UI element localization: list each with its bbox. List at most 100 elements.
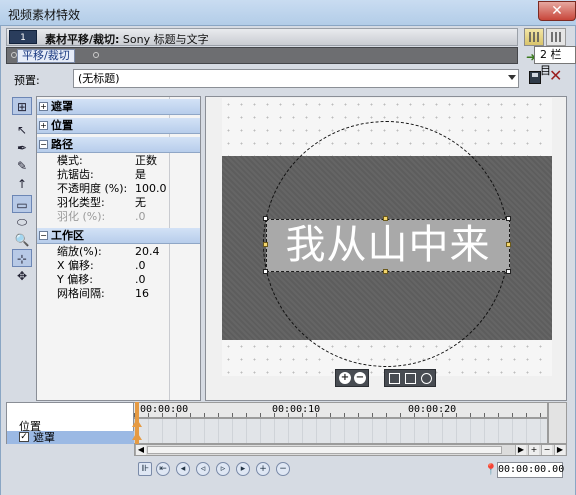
prop-name: 网格间隔:	[57, 287, 105, 300]
prop-value[interactable]: 16	[135, 287, 149, 301]
move-tool-icon[interactable]: ✥	[12, 267, 32, 285]
next-step-icon[interactable]: ▹	[216, 462, 230, 476]
pin-icon[interactable]: 📍	[484, 463, 498, 476]
sync-cursor-icon[interactable]: ⊪	[138, 462, 152, 476]
prop-value[interactable]: 100.0	[135, 182, 167, 196]
fit-frame-icon[interactable]	[389, 373, 400, 384]
pen-tool-icon[interactable]: ✒	[12, 139, 32, 157]
section-mask[interactable]: + 遮罩	[37, 99, 200, 115]
zoom-in-timeline-icon[interactable]: +	[528, 445, 539, 455]
chain-fx-target: Sony 标题与文字	[122, 33, 209, 46]
track-list: 位置 ✓ 遮罩	[6, 402, 135, 444]
scroll-right-icon[interactable]: ▶	[515, 445, 526, 455]
collapse-icon[interactable]: −	[39, 140, 48, 149]
corner-handle[interactable]	[263, 216, 268, 221]
section-label: 位置	[51, 119, 73, 132]
prop-row-y-offset[interactable]: Y 偏移: .0	[37, 273, 200, 287]
prop-value[interactable]: 正数	[135, 154, 157, 168]
edge-handle[interactable]	[383, 216, 388, 221]
window-close-button[interactable]: ✕	[538, 1, 576, 21]
chain-index-badge: 1	[9, 30, 37, 44]
list-view-button[interactable]	[524, 28, 544, 46]
keyframe-track[interactable]	[134, 418, 548, 444]
corner-handle[interactable]	[263, 269, 268, 274]
prop-value[interactable]: 是	[135, 168, 146, 182]
pen-minus-tool-icon[interactable]: ↑	[12, 175, 32, 193]
prop-value[interactable]: .0	[135, 259, 146, 273]
zoom-out-icon[interactable]: −	[354, 372, 366, 384]
prop-row-mode[interactable]: 模式: 正数	[37, 154, 200, 168]
expand-icon[interactable]: +	[39, 102, 48, 111]
chevron-down-icon[interactable]	[508, 75, 516, 80]
keyframe-marker[interactable]	[132, 419, 142, 427]
prev-keyframe-icon[interactable]: ◂	[176, 462, 190, 476]
time-ruler[interactable]: 00:00:00 00:00:10 00:00:20	[134, 402, 548, 418]
edge-handle[interactable]	[383, 269, 388, 274]
zoom-out-timeline-icon[interactable]: −	[541, 445, 552, 455]
prop-row-x-offset[interactable]: X 偏移: .0	[37, 259, 200, 273]
frame-controls	[384, 369, 436, 387]
frame-circle-icon[interactable]	[421, 373, 432, 384]
chain-fx-name: 素材平移/裁切:	[45, 33, 120, 46]
grid-view-button[interactable]	[546, 28, 566, 46]
prop-value[interactable]: .0	[135, 273, 146, 287]
pointer-tool-icon[interactable]: ↖	[12, 121, 32, 139]
prop-name: Y 偏移:	[57, 273, 93, 286]
snap-grid-tool-icon[interactable]: ⊹	[12, 249, 32, 267]
tool-palette: ⊞ ↖ ✒ ✎ ↑ ▭ ⬭ 🔍 ⊹ ✥	[10, 95, 34, 400]
prop-name: 缩放(%):	[57, 245, 102, 258]
expand-icon[interactable]: +	[39, 121, 48, 130]
prop-value: .0	[135, 210, 146, 223]
edge-handle[interactable]	[506, 242, 511, 247]
prop-value[interactable]: 20.4	[135, 245, 160, 259]
plugin-chip-pan-crop[interactable]: 平移/裁切	[17, 49, 75, 63]
prop-row-feather-type[interactable]: 羽化类型: 无	[37, 196, 200, 210]
corner-handle[interactable]	[506, 269, 511, 274]
section-path[interactable]: − 路径	[37, 137, 200, 153]
scroll-thumb[interactable]	[147, 446, 502, 454]
delete-preset-icon[interactable]: ✕	[549, 66, 562, 85]
ruler-ticks	[134, 413, 548, 417]
mask-canvas[interactable]: 我从山中来 + −	[205, 96, 567, 401]
timeline-vertical-scrollbar[interactable]	[548, 402, 567, 444]
normal-edit-tool-icon[interactable]: ⊞	[12, 97, 32, 115]
prop-row-opacity[interactable]: 不透明度 (%): 100.0	[37, 182, 200, 196]
track-label-mask: 遮罩	[33, 431, 55, 444]
prop-row-grid-spacing[interactable]: 网格间隔: 16	[37, 287, 200, 301]
preset-select[interactable]: (无标题)	[73, 69, 519, 88]
corner-handle[interactable]	[506, 216, 511, 221]
prev-step-icon[interactable]: ◃	[196, 462, 210, 476]
pen-plus-tool-icon[interactable]: ✎	[12, 157, 32, 175]
prop-row-antialias[interactable]: 抗锯齿: 是	[37, 168, 200, 182]
prop-name: 不透明度 (%):	[57, 182, 128, 195]
keyframe-marker[interactable]	[132, 432, 142, 440]
edge-handle[interactable]	[263, 242, 268, 247]
section-position[interactable]: + 位置	[37, 118, 200, 134]
frame-rect-icon[interactable]	[405, 373, 416, 384]
ellipse-tool-icon[interactable]: ⬭	[12, 213, 32, 231]
scroll-end-icon[interactable]: ▶	[554, 445, 565, 455]
delete-keyframe-icon[interactable]: −	[276, 462, 290, 476]
zoom-tool-icon[interactable]: 🔍	[12, 231, 32, 249]
section-workspace[interactable]: − 工作区	[37, 228, 200, 244]
prop-row-feather: 羽化 (%): .0	[37, 210, 200, 224]
scroll-left-icon[interactable]: ◀	[135, 445, 146, 455]
track-row-mask[interactable]: ✓ 遮罩	[7, 431, 135, 444]
title-text-region[interactable]: 我从山中来	[266, 219, 510, 272]
add-keyframe-icon[interactable]: +	[256, 462, 270, 476]
fx-chain-header[interactable]: 1 素材平移/裁切: Sony 标题与文字	[6, 28, 518, 46]
title-bar	[0, 0, 576, 26]
save-preset-icon[interactable]	[529, 71, 541, 84]
preset-label: 预置:	[14, 74, 40, 87]
timeline-horizontal-scrollbar[interactable]: ◀ ▶ + − ▶	[134, 444, 567, 456]
prop-row-zoom[interactable]: 缩放(%): 20.4	[37, 245, 200, 259]
first-keyframe-icon[interactable]: ⇤	[156, 462, 170, 476]
prop-value[interactable]: 无	[135, 196, 146, 210]
timecode-field[interactable]: 00:00:00.00	[497, 462, 564, 478]
next-keyframe-icon[interactable]: ▸	[236, 462, 250, 476]
collapse-icon[interactable]: −	[39, 231, 48, 240]
prop-name: X 偏移:	[57, 259, 94, 272]
zoom-in-icon[interactable]: +	[339, 372, 351, 384]
rectangle-tool-icon[interactable]: ▭	[12, 195, 32, 213]
mask-enable-checkbox[interactable]: ✓	[19, 432, 29, 442]
